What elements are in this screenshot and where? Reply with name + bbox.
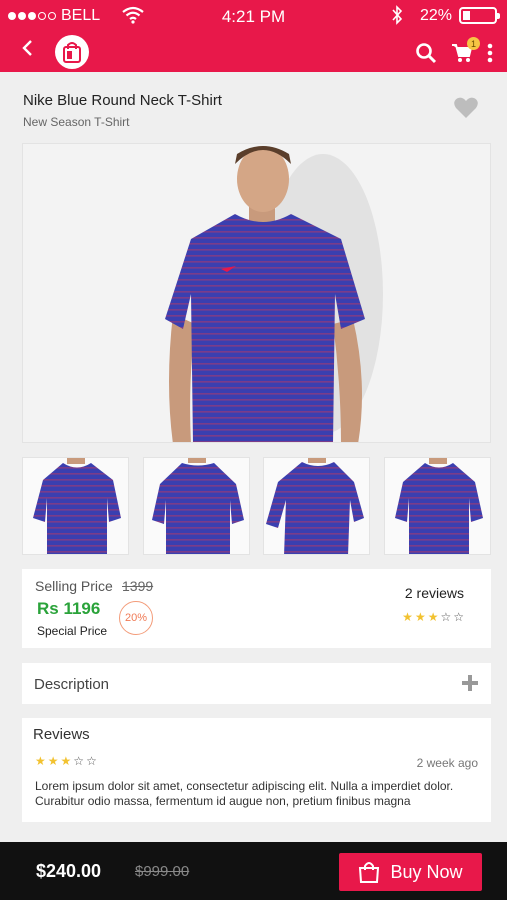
- special-price-label: Special Price: [37, 624, 108, 638]
- product-header: Nike Blue Round Neck T-Shirt New Season …: [23, 92, 493, 129]
- review-text: Lorem ipsum dolor sit amet, consectetur …: [35, 779, 454, 808]
- cart-button[interactable]: 1: [451, 37, 480, 64]
- reviews-title: Reviews: [33, 726, 90, 743]
- description-accordion[interactable]: Description: [22, 663, 491, 704]
- battery-percent: 22%: [420, 7, 453, 24]
- star-empty-icon: ☆: [73, 754, 85, 768]
- star-filled-icon: ★: [35, 754, 46, 768]
- star-empty-icon: ☆: [453, 610, 464, 624]
- status-bar: BELL 4:21 PM 22%: [0, 0, 507, 32]
- plus-icon[interactable]: [462, 675, 478, 691]
- more-vertical-icon[interactable]: [487, 42, 493, 64]
- buy-now-button[interactable]: Buy Now: [339, 853, 482, 891]
- star-filled-icon: ★: [414, 610, 426, 624]
- back-arrow-icon[interactable]: [18, 38, 38, 58]
- product-title: Nike Blue Round Neck T-Shirt: [23, 92, 222, 109]
- buy-now-label: Buy Now: [390, 861, 463, 882]
- rating-stars: ★ ★ ★ ☆ ☆: [402, 611, 464, 623]
- star-filled-icon: ★: [60, 754, 72, 768]
- header-actions: 1: [415, 37, 493, 64]
- wishlist-heart-icon[interactable]: [453, 96, 479, 120]
- product-photo: [23, 144, 490, 442]
- selling-price: Rs 1196: [37, 599, 101, 618]
- shopping-bag-logo-icon: [63, 42, 81, 63]
- cart-badge: 1: [467, 37, 480, 50]
- selling-price-label: Selling Price: [35, 578, 113, 594]
- thumbnail-4[interactable]: [383, 457, 491, 555]
- review-rating-stars: ★ ★ ★ ☆ ☆: [35, 755, 97, 767]
- bluetooth-icon: [392, 5, 403, 25]
- star-filled-icon: ★: [47, 754, 59, 768]
- reviews-count[interactable]: 2 reviews: [405, 585, 464, 601]
- product-main-image[interactable]: [22, 143, 491, 443]
- product-thumbnails: [22, 457, 491, 555]
- thumbnail-1[interactable]: [22, 457, 129, 555]
- thumbnail-2[interactable]: [142, 457, 250, 555]
- original-price: 1399: [122, 578, 154, 594]
- star-filled-icon: ★: [427, 610, 439, 624]
- app-logo: [55, 35, 89, 69]
- price-card: Selling Price 1399 Rs 1196 Special Price…: [22, 569, 491, 648]
- reviews-section: Reviews ★ ★ ★ ☆ ☆ 2 week ago Lorem ipsum dol…: [22, 718, 491, 822]
- discount-badge: 20%: [119, 601, 153, 635]
- bottom-price: $240.00: [36, 861, 102, 881]
- star-empty-icon: ☆: [86, 754, 97, 768]
- product-screen: BELL 4:21 PM 22% 1 Nike Blue Round Neck …: [0, 0, 507, 900]
- bottom-bar: $240.00 $999.00 Buy Now: [0, 842, 507, 900]
- star-filled-icon: ★: [402, 610, 413, 624]
- app-header: BELL 4:21 PM 22% 1: [0, 0, 507, 72]
- product-subtitle: New Season T-Shirt: [23, 115, 130, 129]
- thumbnail-3[interactable]: [263, 457, 371, 555]
- star-empty-icon: ☆: [440, 610, 452, 624]
- bottom-original-price: $999.00: [135, 863, 190, 880]
- battery-icon: [459, 7, 500, 24]
- shopping-bag-icon: [359, 862, 380, 883]
- review-time: 2 week ago: [416, 756, 478, 770]
- search-icon[interactable]: [415, 42, 437, 64]
- description-label: Description: [34, 676, 110, 693]
